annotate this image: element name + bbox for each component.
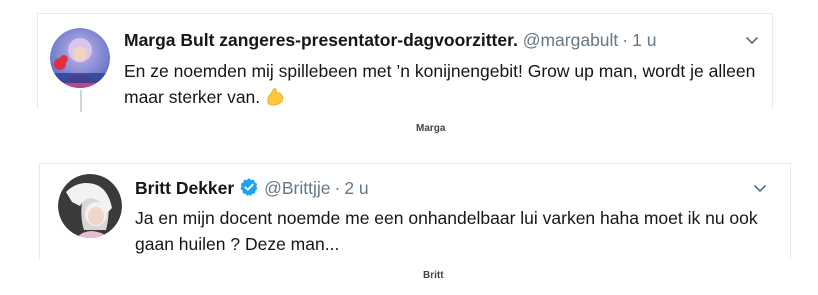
avatar[interactable] [50,28,110,88]
chevron-down-icon[interactable] [744,32,760,48]
tweet-text: Ja en mijn docent noemde me een onhandel… [135,208,758,254]
chevron-down-icon[interactable] [752,180,768,196]
user-handle[interactable]: @margabult [523,30,619,50]
caption-marga: Marga [416,123,446,134]
tweet-header: Britt Dekker @Brittjje · 2 u [135,177,369,199]
separator-dot: · [334,178,341,198]
display-name[interactable]: Marga Bult zangeres-presentator-dagvoorz… [124,30,518,50]
flexed-biceps-icon [267,88,284,106]
tweet-body: En ze noemden mij spillebeen met ’n koni… [124,61,756,107]
separator-dot: · [622,30,629,50]
avatar-image [58,174,122,238]
timestamp[interactable]: 2 u [344,178,368,198]
verified-badge-icon [240,178,258,196]
avatar-image [50,28,110,88]
tweet-header: Marga Bult zangeres-presentator-dagvoorz… [124,29,656,51]
user-handle[interactable]: @Brittjje [264,178,330,198]
tweet-card-britt[interactable]: Britt Dekker @Brittjje · 2 u Ja en mijn do… [39,163,791,259]
display-name[interactable]: Britt Dekker [135,178,234,198]
tweet-text: En ze noemden mij spillebeen met ’n koni… [124,58,764,110]
tweet-card-marga[interactable]: Marga Bult zangeres-presentator-dagvoorz… [37,13,773,112]
timestamp[interactable]: 1 u [632,30,656,50]
thread-line [80,90,82,112]
avatar[interactable] [58,174,122,238]
caption-britt: Britt [423,270,444,281]
